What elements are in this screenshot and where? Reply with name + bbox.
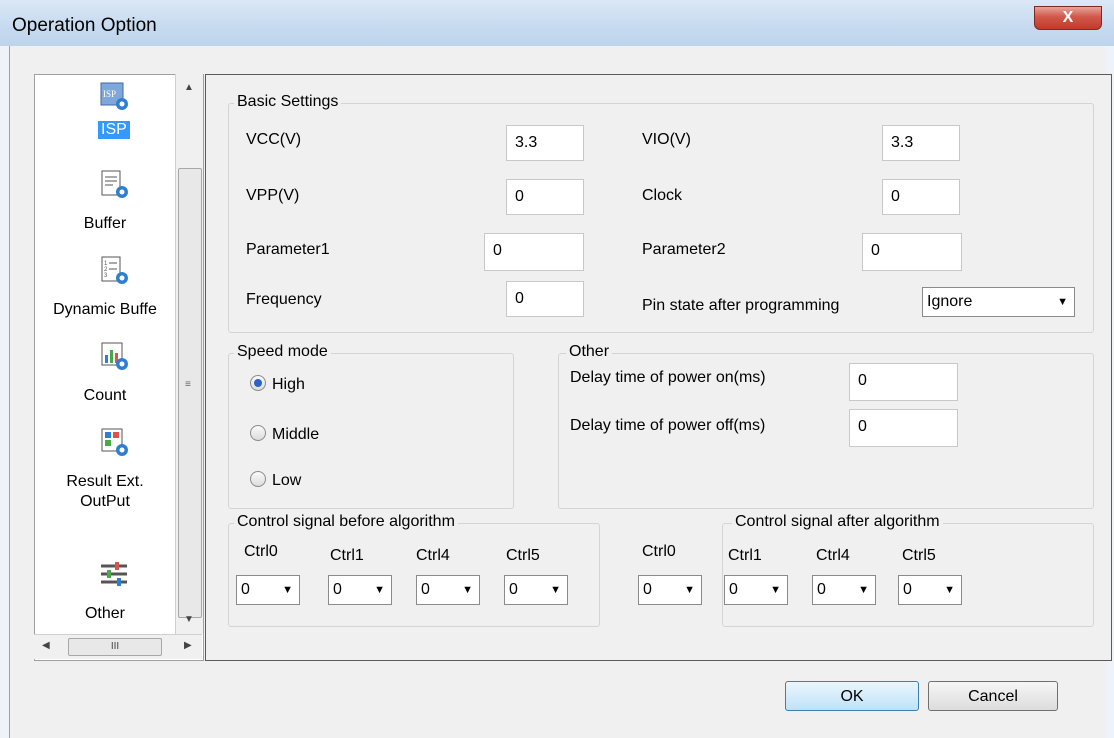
chevron-down-icon: ▼ bbox=[1057, 296, 1068, 308]
result-output-gear-icon bbox=[101, 428, 128, 456]
parameter2-input[interactable]: 0 bbox=[862, 233, 962, 271]
radio-unchecked-icon bbox=[250, 425, 266, 441]
select-value: 0 bbox=[333, 581, 342, 598]
ctrl-before-ctrl1-label: Ctrl1 bbox=[330, 547, 364, 564]
speed-option-label: Middle bbox=[272, 426, 320, 443]
ctrl-after-ctrl4-select[interactable]: 0 ▼ bbox=[812, 575, 876, 605]
nav-item-label-line2: OutPut bbox=[80, 493, 130, 510]
ctrl-after-ctrl5-label: Ctrl5 bbox=[902, 547, 936, 564]
vcc-label: VCC(V) bbox=[246, 131, 302, 148]
speed-middle-radio[interactable]: Middle bbox=[250, 425, 319, 444]
nav-item-label: Other bbox=[84, 605, 125, 622]
select-value: 0 bbox=[817, 581, 826, 598]
select-value: 0 bbox=[903, 581, 912, 598]
chevron-down-icon: ▼ bbox=[944, 584, 955, 596]
ctrl-after-title: Control signal after algorithm bbox=[732, 513, 943, 531]
vio-input[interactable]: 3.3 bbox=[882, 125, 960, 161]
window-title: Operation Option bbox=[12, 15, 157, 36]
nav-item-label: Result Ext. bbox=[66, 473, 144, 490]
chevron-down-icon: ▼ bbox=[770, 584, 781, 596]
speed-option-label: High bbox=[272, 376, 305, 393]
speed-high-radio[interactable]: High bbox=[250, 375, 305, 394]
horizontal-scroll-thumb[interactable]: III bbox=[68, 638, 162, 656]
select-value: 0 bbox=[509, 581, 518, 598]
vpp-label: VPP(V) bbox=[246, 187, 300, 204]
ok-button[interactable]: OK bbox=[785, 681, 919, 711]
cancel-button[interactable]: Cancel bbox=[928, 681, 1058, 711]
settings-panel: Basic Settings VCC(V) 3.3 VIO(V) 3.3 VPP… bbox=[205, 74, 1112, 661]
grip-icon: ≡ bbox=[185, 379, 191, 390]
operation-option-dialog: Operation Option X ISP ISP Buffer 1 2 3 … bbox=[0, 0, 1114, 738]
ctrl-before-ctrl4-select[interactable]: 0 ▼ bbox=[416, 575, 480, 605]
radio-unchecked-icon bbox=[250, 471, 266, 487]
ctrl-before-title: Control signal before algorithm bbox=[234, 513, 458, 531]
ctrl-after-ctrl4-label: Ctrl4 bbox=[816, 547, 850, 564]
pin-state-select[interactable]: Ignore ▼ bbox=[922, 287, 1075, 317]
svg-text:ISP: ISP bbox=[103, 89, 116, 99]
ctrl-after-ctrl0-select[interactable]: 0 ▼ bbox=[638, 575, 702, 605]
nav-vertical-scrollbar[interactable]: ▲ ≡ ▼ bbox=[175, 74, 203, 634]
ctrl-after-ctrl0-label: Ctrl0 bbox=[642, 543, 676, 560]
ctrl-before-ctrl4-label: Ctrl4 bbox=[416, 547, 450, 564]
ctrl-before-ctrl0-label: Ctrl0 bbox=[244, 543, 278, 560]
chevron-down-icon: ▼ bbox=[462, 584, 473, 596]
delay-power-on-label: Delay time of power on(ms) bbox=[570, 369, 766, 386]
ctrl-after-ctrl1-label: Ctrl1 bbox=[728, 547, 762, 564]
parameter1-input[interactable]: 0 bbox=[484, 233, 584, 271]
chevron-down-icon: ▼ bbox=[374, 584, 385, 596]
select-value: 0 bbox=[421, 581, 430, 598]
speed-low-radio[interactable]: Low bbox=[250, 471, 301, 490]
ctrl-before-ctrl1-select[interactable]: 0 ▼ bbox=[328, 575, 392, 605]
sliders-icon bbox=[101, 562, 127, 586]
nav-item-label: Count bbox=[83, 387, 127, 404]
chevron-down-icon: ▼ bbox=[684, 584, 695, 596]
clock-input[interactable]: 0 bbox=[882, 179, 960, 215]
delay-power-off-input[interactable]: 0 bbox=[849, 409, 958, 447]
nav-horizontal-scrollbar[interactable]: ◀ III ▶ bbox=[34, 634, 202, 659]
scroll-right-arrow-icon[interactable]: ▶ bbox=[184, 640, 192, 651]
ctrl-after-ctrl1-select[interactable]: 0 ▼ bbox=[724, 575, 788, 605]
radio-checked-icon bbox=[250, 375, 266, 391]
pin-state-label: Pin state after programming bbox=[642, 297, 840, 314]
frequency-label: Frequency bbox=[246, 291, 322, 308]
close-button[interactable]: X bbox=[1034, 6, 1102, 30]
nav-item-label: Buffer bbox=[83, 215, 127, 232]
select-value: 0 bbox=[729, 581, 738, 598]
title-bar: Operation Option X bbox=[0, 0, 1114, 46]
speed-option-label: Low bbox=[272, 472, 302, 489]
vcc-input[interactable]: 3.3 bbox=[506, 125, 584, 161]
delay-power-on-input[interactable]: 0 bbox=[849, 363, 958, 401]
ctrl-after-ctrl5-select[interactable]: 0 ▼ bbox=[898, 575, 962, 605]
isp-gear-icon: ISP bbox=[100, 82, 128, 110]
vio-label: VIO(V) bbox=[642, 131, 691, 148]
buffer-gear-icon bbox=[101, 170, 128, 198]
ctrl-before-ctrl0-select[interactable]: 0 ▼ bbox=[236, 575, 300, 605]
speed-mode-title: Speed mode bbox=[234, 343, 331, 361]
nav-item-label: ISP bbox=[98, 121, 130, 139]
scroll-down-arrow-icon[interactable]: ▼ bbox=[184, 614, 194, 625]
ctrl-before-ctrl5-label: Ctrl5 bbox=[506, 547, 540, 564]
frequency-input[interactable]: 0 bbox=[506, 281, 584, 317]
parameter2-label: Parameter2 bbox=[642, 241, 726, 258]
vpp-input[interactable]: 0 bbox=[506, 179, 584, 215]
scroll-up-arrow-icon[interactable]: ▲ bbox=[184, 82, 194, 93]
other-title: Other bbox=[566, 343, 613, 361]
select-value: 0 bbox=[643, 581, 652, 598]
scroll-left-arrow-icon[interactable]: ◀ bbox=[42, 640, 50, 651]
chevron-down-icon: ▼ bbox=[550, 584, 561, 596]
clock-label: Clock bbox=[642, 187, 683, 204]
chevron-down-icon: ▼ bbox=[858, 584, 869, 596]
basic-settings-title: Basic Settings bbox=[234, 93, 342, 111]
dynamic-buffer-gear-icon: 1 2 3 bbox=[101, 256, 128, 284]
nav-item-label: Dynamic Buffe bbox=[53, 301, 157, 318]
pin-state-value: Ignore bbox=[927, 293, 973, 310]
vertical-scroll-thumb[interactable]: ≡ bbox=[178, 168, 202, 618]
ctrl-before-ctrl5-select[interactable]: 0 ▼ bbox=[504, 575, 568, 605]
parameter1-label: Parameter1 bbox=[246, 241, 330, 258]
delay-power-off-label: Delay time of power off(ms) bbox=[570, 417, 766, 434]
select-value: 0 bbox=[241, 581, 250, 598]
count-gear-icon bbox=[101, 342, 128, 370]
chevron-down-icon: ▼ bbox=[282, 584, 293, 596]
